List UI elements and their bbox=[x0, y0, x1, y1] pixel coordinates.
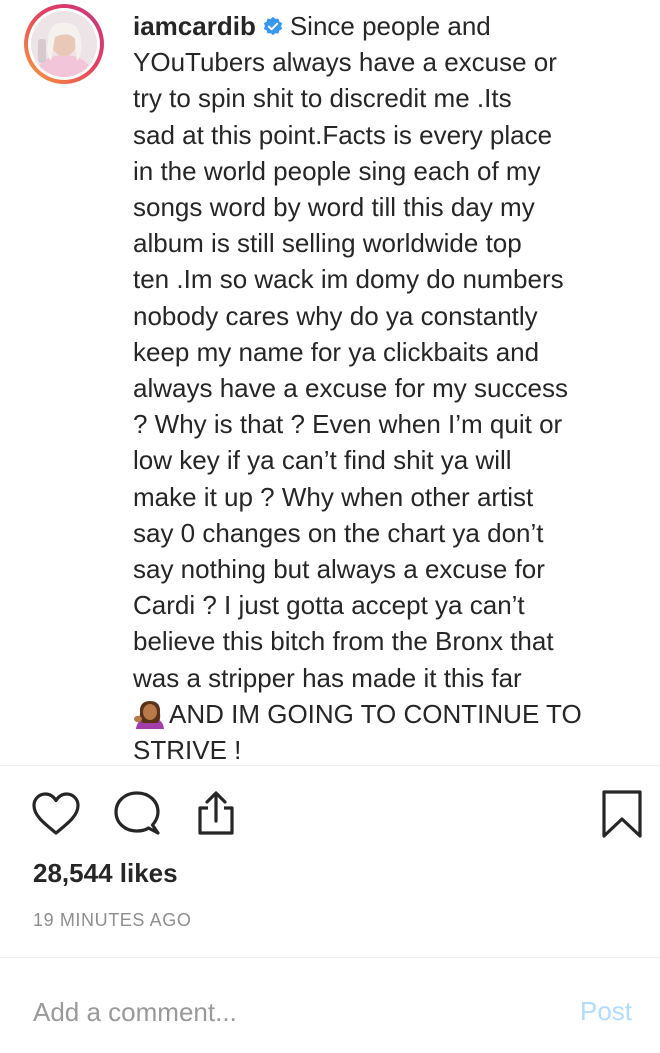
speech-bubble-icon bbox=[114, 791, 160, 835]
woman-tipping-hand-emoji-icon bbox=[134, 700, 164, 729]
share-icon bbox=[198, 791, 234, 835]
post-timestamp[interactable]: 19 MINUTES AGO bbox=[33, 910, 191, 931]
like-button[interactable] bbox=[28, 786, 84, 842]
username-link[interactable]: iamcardib bbox=[133, 11, 256, 41]
post-caption: iamcardib Since people and YOuTubers alwa… bbox=[133, 8, 653, 760]
caption-line: sad at this point.Facts is every place bbox=[133, 119, 553, 150]
caption-line: say 0 changes on the chart ya don’t bbox=[133, 517, 544, 548]
caption-line: always have a excuse for my success bbox=[133, 373, 568, 404]
likes-count[interactable]: 28,544 likes bbox=[33, 858, 178, 889]
save-button[interactable] bbox=[594, 786, 650, 842]
comment-button[interactable] bbox=[108, 786, 164, 842]
caption-line: in the world people sing each of my bbox=[133, 155, 541, 186]
bookmark-icon bbox=[602, 790, 642, 838]
caption-line: believe this bitch from the Bronx that bbox=[133, 626, 554, 657]
caption-line: AND IM GOING TO CONTINUE TO bbox=[169, 698, 582, 729]
caption-line: Since people and bbox=[289, 11, 491, 41]
caption-line: nobody cares why do ya constantly bbox=[133, 300, 538, 331]
post-comment-button[interactable]: Post bbox=[580, 996, 632, 1027]
caption-line: was a stripper has made it this far bbox=[133, 662, 522, 693]
caption-line: Cardi ? I just gotta accept ya can’t bbox=[133, 590, 525, 621]
avatar-story-ring[interactable] bbox=[24, 4, 104, 84]
caption-line: try to spin shit to discredit me .Its bbox=[133, 83, 512, 114]
caption-line: ? Why is that ? Even when I’m quit or bbox=[133, 409, 563, 440]
share-button[interactable] bbox=[188, 786, 244, 842]
avatar-image bbox=[31, 11, 97, 77]
comment-divider bbox=[0, 957, 660, 958]
comment-input[interactable] bbox=[33, 990, 553, 1034]
caption-line: say nothing but always a excuse for bbox=[133, 554, 545, 585]
heart-icon bbox=[32, 792, 80, 835]
caption-divider bbox=[0, 765, 660, 766]
avatar bbox=[31, 11, 97, 77]
caption-line: album is still selling worldwide top bbox=[133, 228, 522, 259]
caption-line: make it up ? Why when other artist bbox=[133, 481, 534, 512]
caption-line: ten .Im so wack im domy do numbers bbox=[133, 264, 564, 295]
caption-line: STRIVE ! bbox=[133, 735, 242, 760]
verified-badge-icon bbox=[263, 16, 282, 36]
caption-line: keep my name for ya clickbaits and bbox=[133, 336, 540, 367]
post-caption-area: iamcardib Since people and YOuTubers alwa… bbox=[0, 0, 660, 760]
caption-line: songs word by word till this day my bbox=[133, 192, 535, 223]
caption-line: YOuTubers always have a excuse or bbox=[133, 47, 557, 78]
caption-line: low key if ya can’t find shit ya will bbox=[133, 445, 512, 476]
